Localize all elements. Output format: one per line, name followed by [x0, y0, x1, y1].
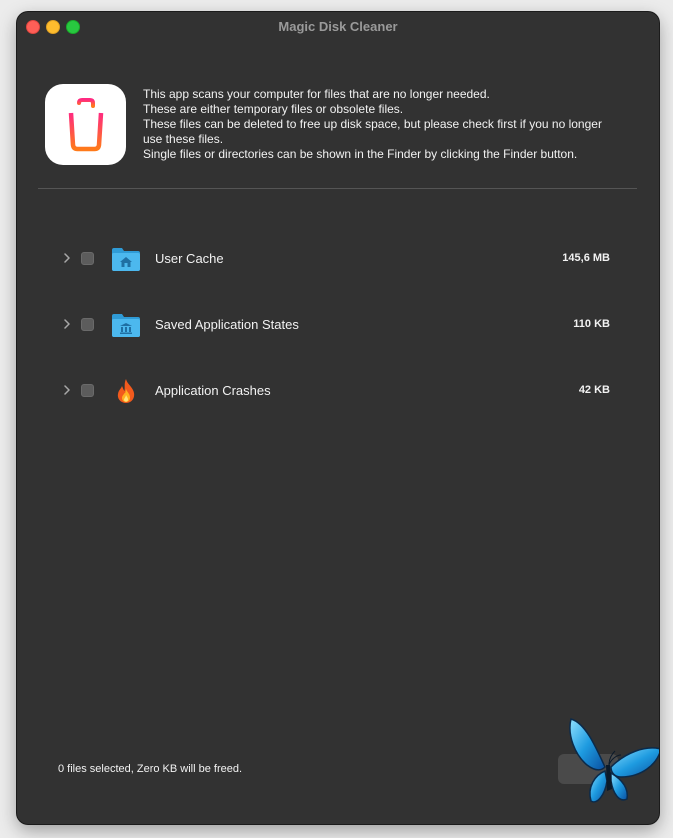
folder-home-icon	[111, 244, 141, 274]
category-label: User Cache	[155, 251, 224, 266]
category-checkbox[interactable]	[81, 252, 94, 265]
category-checkbox[interactable]	[81, 318, 94, 331]
description-line: These are either temporary files or obso…	[143, 102, 404, 116]
category-size: 110 KB	[573, 318, 610, 330]
description-text: This app scans your computer for files t…	[143, 87, 643, 162]
app-icon	[45, 84, 126, 165]
folder-app-icon	[111, 310, 141, 340]
selection-status: 0 files selected, Zero KB will be freed.	[58, 763, 243, 775]
window-title: Magic Disk Cleaner	[278, 19, 398, 34]
app-window: Magic Disk Cleaner This app scans your c…	[17, 12, 659, 824]
category-label: Saved Application States	[155, 317, 299, 332]
title-bar[interactable]: Magic Disk Cleaner	[17, 12, 659, 40]
description-line: Single files or directories can be shown…	[143, 147, 578, 161]
description-line: This app scans your computer for files t…	[143, 87, 490, 101]
description-line: use these files.	[143, 132, 224, 146]
disclosure-chevron-icon[interactable]	[61, 384, 73, 396]
category-row-application-crashes[interactable]: Application Crashes 42 KB	[17, 373, 659, 409]
category-size: 145,6 MB	[562, 252, 610, 264]
category-row-saved-application-states[interactable]: Saved Application States 110 KB	[17, 307, 659, 343]
category-size: 42 KB	[578, 384, 610, 396]
butterfly-icon	[569, 718, 659, 803]
category-row-user-cache[interactable]: User Cache 145,6 MB	[17, 241, 659, 277]
trash-icon	[63, 97, 108, 151]
category-label: Application Crashes	[155, 383, 271, 398]
disclosure-chevron-icon[interactable]	[61, 318, 73, 330]
fire-icon	[111, 376, 141, 406]
description-line: These files can be deleted to free up di…	[143, 117, 602, 131]
disclosure-chevron-icon[interactable]	[61, 252, 73, 264]
header-divider	[38, 188, 637, 189]
category-checkbox[interactable]	[81, 384, 94, 397]
